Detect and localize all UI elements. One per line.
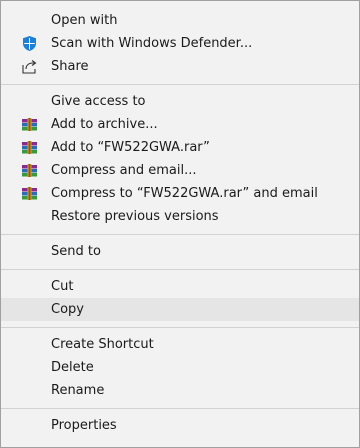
menu-separator <box>1 269 359 270</box>
menu-item-cut[interactable]: Cut <box>1 275 359 298</box>
menu-item-compress-and-email[interactable]: Compress and email... <box>1 159 359 182</box>
menu-item-send-to[interactable]: Send to <box>1 240 359 263</box>
menu-separator <box>1 327 359 328</box>
menu-item-label: Share <box>51 59 89 74</box>
menu-item-label: Compress to “FW522GWA.rar” and email <box>51 186 318 201</box>
menu-separator <box>1 234 359 235</box>
menu-item-give-access[interactable]: Give access to <box>1 90 359 113</box>
menu-item-label: Compress and email... <box>51 163 197 178</box>
menu-item-add-to-archive[interactable]: Add to archive... <box>1 113 359 136</box>
menu-item-scan-defender[interactable]: Scan with Windows Defender... <box>1 32 359 55</box>
windows-defender-shield-icon <box>23 36 36 51</box>
menu-item-rename[interactable]: Rename <box>1 379 359 402</box>
menu-item-label: Create Shortcut <box>51 337 154 352</box>
menu-item-label: Add to “FW522GWA.rar” <box>51 140 210 155</box>
winrar-books-icon <box>22 187 37 200</box>
share-icon <box>22 60 37 74</box>
menu-item-copy[interactable]: Copy <box>1 298 359 321</box>
menu-item-label: Give access to <box>51 94 146 109</box>
menu-item-label: Open with <box>51 13 118 28</box>
menu-item-open-with[interactable]: Open with <box>1 9 359 32</box>
winrar-books-icon <box>22 118 37 131</box>
menu-item-label: Scan with Windows Defender... <box>51 36 253 51</box>
menu-item-properties[interactable]: Properties <box>1 414 359 437</box>
menu-item-label: Add to archive... <box>51 117 158 132</box>
menu-item-label: Restore previous versions <box>51 209 219 224</box>
menu-item-label: Properties <box>51 418 117 433</box>
menu-item-delete[interactable]: Delete <box>1 356 359 379</box>
menu-separator <box>1 408 359 409</box>
menu-item-add-to-rar[interactable]: Add to “FW522GWA.rar” <box>1 136 359 159</box>
menu-item-label: Delete <box>51 360 94 375</box>
menu-item-label: Copy <box>51 302 84 317</box>
menu-item-share[interactable]: Share <box>1 55 359 78</box>
winrar-books-icon <box>22 164 37 177</box>
context-menu: Open with Scan with Windows Defender... … <box>0 0 360 448</box>
menu-item-label: Cut <box>51 279 74 294</box>
menu-item-create-shortcut[interactable]: Create Shortcut <box>1 333 359 356</box>
winrar-books-icon <box>22 141 37 154</box>
menu-item-restore-previous-versions[interactable]: Restore previous versions <box>1 205 359 228</box>
menu-separator <box>1 84 359 85</box>
menu-item-label: Rename <box>51 383 105 398</box>
menu-item-compress-to-rar-and-email[interactable]: Compress to “FW522GWA.rar” and email <box>1 182 359 205</box>
menu-item-label: Send to <box>51 244 101 259</box>
